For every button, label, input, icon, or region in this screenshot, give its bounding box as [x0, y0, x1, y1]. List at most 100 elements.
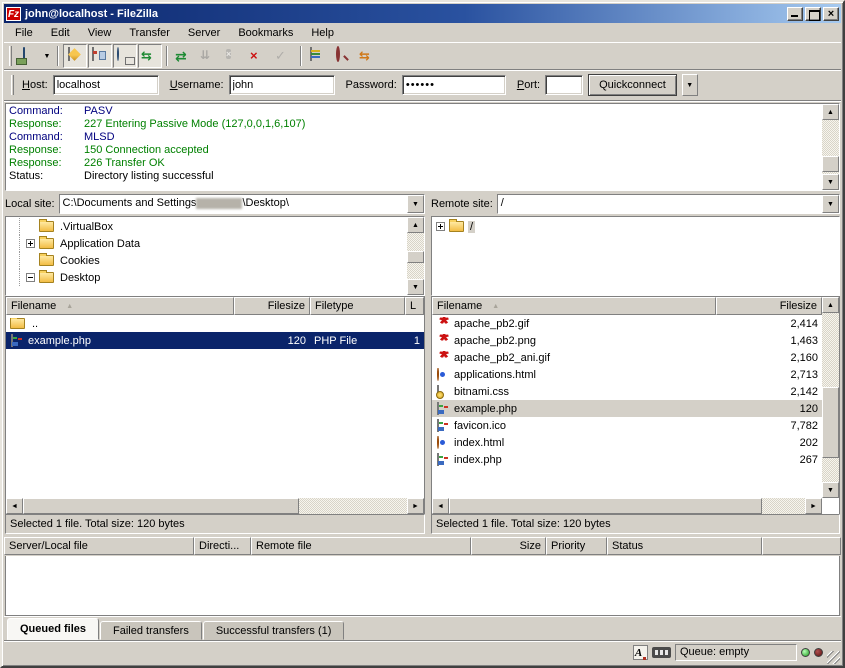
column-priority[interactable]: Priority [546, 537, 607, 555]
synchronized-browsing-button[interactable]: ⇆ [356, 44, 380, 68]
local-site-path: C:\Documents and Settings\Desktop\ [60, 195, 407, 213]
local-site-combo[interactable]: C:\Documents and Settings\Desktop\ ▼ [59, 194, 425, 214]
tree-item-virtualbox[interactable]: .VirtualBox [6, 218, 407, 235]
speed-limit-icon[interactable] [652, 647, 671, 658]
scrollbar-thumb[interactable] [23, 498, 299, 514]
remote-file-row[interactable]: favicon.ico 7,782 [432, 417, 822, 434]
host-input[interactable] [53, 75, 159, 95]
queue-list[interactable] [5, 556, 840, 616]
local-tree-scrollbar[interactable]: ▲ ▼ [407, 217, 424, 295]
resize-grip[interactable] [827, 651, 840, 664]
tab-failed-transfers[interactable]: Failed transfers [100, 621, 202, 640]
username-input[interactable] [229, 75, 335, 95]
quickconnect-dropdown[interactable]: ▼ [682, 74, 698, 96]
menu-server[interactable]: Server [179, 24, 229, 42]
column-filename[interactable]: Filename▲ [6, 297, 234, 315]
local-file-row-example-php[interactable]: example.php 120 PHP File 1 [6, 332, 424, 349]
site-manager-button[interactable] [16, 44, 40, 68]
toggle-message-log-button[interactable] [63, 44, 87, 68]
column-filesize[interactable]: Filesize [234, 297, 310, 315]
tree-item-cookies[interactable]: Cookies [6, 252, 407, 269]
remote-file-row-selected[interactable]: example.php 120 [432, 400, 822, 417]
column-filetype[interactable]: Filetype [310, 297, 405, 315]
tree-item-desktop[interactable]: Desktop [6, 269, 407, 286]
tab-successful-transfers[interactable]: Successful transfers (1) [203, 621, 345, 640]
scroll-right-icon[interactable]: ► [805, 498, 822, 514]
close-button[interactable]: × [823, 7, 839, 21]
remote-file-row[interactable]: applications.html 2,713 [432, 366, 822, 383]
remote-file-row[interactable]: *apache_pb2.png 1,463 [432, 332, 822, 349]
local-site-dropdown-icon[interactable]: ▼ [407, 195, 424, 213]
scrollbar-thumb[interactable] [449, 498, 762, 514]
remote-status-text: Selected 1 file. Total size: 120 bytes [431, 514, 840, 534]
menu-file[interactable]: File [6, 24, 42, 42]
process-queue-button[interactable]: ⇊ [197, 44, 221, 68]
scrollbar-thumb[interactable] [407, 251, 424, 263]
column-direction[interactable]: Directi... [194, 537, 251, 555]
column-last-modified[interactable]: L [405, 297, 424, 315]
title-bar[interactable]: Fz john@localhost - FileZilla × [4, 4, 841, 23]
filter-button[interactable] [306, 44, 330, 68]
remote-vertical-scrollbar[interactable]: ▲ ▼ [822, 297, 839, 498]
column-remote-file[interactable]: Remote file [251, 537, 471, 555]
column-filename[interactable]: Filename▲ [432, 297, 716, 315]
compare-button[interactable] [331, 44, 355, 68]
find-button[interactable] [381, 44, 405, 68]
toggle-local-tree-button[interactable] [88, 44, 112, 68]
maximize-button[interactable] [805, 7, 821, 21]
remote-file-row[interactable]: index.php 267 [432, 451, 822, 468]
scroll-left-icon[interactable]: ◄ [432, 498, 449, 514]
column-size[interactable]: Size [471, 537, 546, 555]
toggle-remote-tree-button[interactable] [113, 44, 137, 68]
scroll-left-icon[interactable]: ◄ [6, 498, 23, 514]
refresh-button[interactable]: ⇄ [172, 44, 196, 68]
column-server-local-file[interactable]: Server/Local file [4, 537, 194, 555]
toggle-transfer-queue-button[interactable]: ⇆ [138, 44, 162, 68]
remote-horizontal-scrollbar[interactable]: ◄ ► [432, 498, 822, 514]
menu-transfer[interactable]: Transfer [120, 24, 179, 42]
tab-queued-files[interactable]: Queued files [7, 618, 99, 640]
minimize-button[interactable] [787, 7, 803, 21]
menu-help[interactable]: Help [302, 24, 343, 42]
remote-site-path: / [498, 195, 822, 213]
cancel-operation-button[interactable]: × [222, 44, 246, 68]
remote-site-combo[interactable]: / ▼ [497, 194, 840, 214]
scroll-down-icon[interactable]: ▼ [822, 174, 839, 190]
menu-view[interactable]: View [79, 24, 121, 42]
log-lines: Command:PASV Response:227 Entering Passi… [6, 104, 822, 190]
scroll-up-icon[interactable]: ▲ [822, 104, 839, 120]
site-manager-dropdown[interactable]: ▼ [41, 44, 53, 68]
local-tree: .VirtualBox Application Data Cookies [5, 216, 425, 296]
scroll-up-icon[interactable]: ▲ [407, 217, 424, 233]
scroll-right-icon[interactable]: ► [407, 498, 424, 514]
password-input[interactable] [402, 75, 506, 95]
expand-plus-icon[interactable] [436, 222, 445, 231]
scroll-down-icon[interactable]: ▼ [822, 482, 839, 498]
collapse-minus-icon[interactable] [26, 273, 35, 282]
port-input[interactable] [545, 75, 583, 95]
disconnect-button[interactable]: × [247, 44, 271, 68]
local-file-row-parent[interactable]: .. [6, 315, 424, 332]
remote-file-row[interactable]: index.html 202 [432, 434, 822, 451]
remote-file-row[interactable]: *apache_pb2_ani.gif 2,160 [432, 349, 822, 366]
compare-icon [336, 46, 340, 62]
quickconnect-button[interactable]: Quickconnect [588, 74, 677, 96]
remote-file-row[interactable]: bitnami.css 2,142 [432, 383, 822, 400]
tree-item-application-data[interactable]: Application Data [6, 235, 407, 252]
expand-plus-icon[interactable] [26, 239, 35, 248]
column-filesize[interactable]: Filesize [716, 297, 822, 315]
scroll-up-icon[interactable]: ▲ [822, 297, 839, 313]
scrollbar-thumb[interactable] [822, 156, 839, 172]
ascii-data-type-icon[interactable]: A [633, 645, 648, 660]
scrollbar-thumb[interactable] [822, 387, 839, 458]
menu-bookmarks[interactable]: Bookmarks [229, 24, 302, 42]
scroll-down-icon[interactable]: ▼ [407, 279, 424, 295]
log-vertical-scrollbar[interactable]: ▲ ▼ [822, 104, 839, 190]
tree-item-root[interactable]: / [432, 218, 839, 235]
column-status[interactable]: Status [607, 537, 762, 555]
local-horizontal-scrollbar[interactable]: ◄ ► [6, 498, 424, 514]
menu-edit[interactable]: Edit [42, 24, 79, 42]
remote-site-dropdown-icon[interactable]: ▼ [822, 195, 839, 213]
remote-file-row[interactable]: *apache_pb2.gif 2,414 [432, 315, 822, 332]
apply-button[interactable]: ✓ [272, 44, 296, 68]
